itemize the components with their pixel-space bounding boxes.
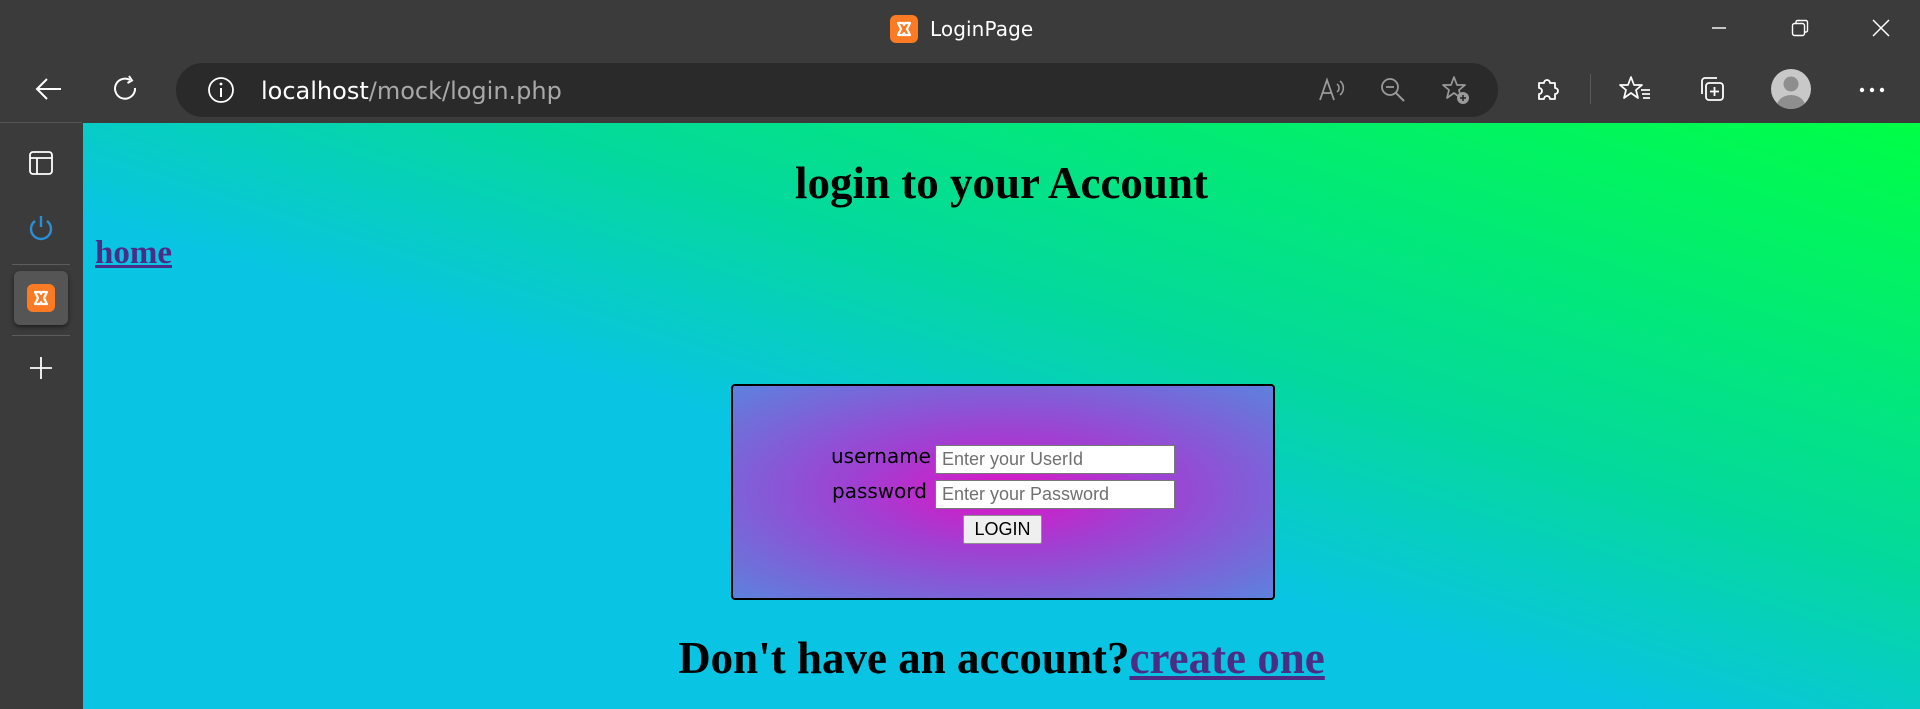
password-label: password [832,479,927,503]
refresh-button[interactable] [103,68,149,114]
url-path: /mock/login.php [368,77,562,105]
favorites-list-icon [1619,74,1651,109]
ellipsis-icon [1858,82,1886,100]
login-form: username password LOGIN [731,384,1275,600]
home-link[interactable]: home [95,235,172,272]
power-icon [26,213,56,248]
plus-icon [27,354,55,387]
more-options-button[interactable] [1849,68,1895,114]
star-plus-icon[interactable] [1438,72,1474,108]
refresh-icon [111,74,141,109]
zoom-out-icon[interactable] [1375,72,1411,108]
back-button[interactable] [26,68,72,114]
power-app-tab[interactable] [14,203,68,257]
login-button[interactable]: LOGIN [963,515,1042,544]
close-window-button[interactable] [1861,10,1901,46]
active-tab-loginpage[interactable] [14,271,68,325]
create-account-link[interactable]: create one [1129,633,1324,683]
vertical-tabs-sidebar [0,122,82,709]
signup-prompt-text: Don't have an account? [678,633,1130,683]
arrow-left-icon [34,74,64,109]
tab-actions-button[interactable] [14,138,68,192]
signup-prompt-line: Don't have an account?create one [83,632,1920,684]
collections-icon [1697,74,1727,109]
favorites-button[interactable] [1612,68,1658,114]
username-input[interactable] [935,445,1175,474]
browser-toolbar: localhost/mock/login.php [0,58,1920,122]
sidebar-divider [12,264,70,265]
tab-actions-icon [27,149,55,182]
password-input[interactable] [935,480,1175,509]
new-tab-button[interactable] [14,343,68,397]
username-label: username [831,444,931,468]
minimize-button[interactable] [1699,10,1739,46]
url-host: localhost [261,77,369,105]
window-title-group: LoginPage [890,15,1033,43]
title-bar: LoginPage [0,0,1920,58]
xampp-logo-icon [890,15,918,43]
profile-button[interactable] [1768,68,1814,114]
collections-button[interactable] [1689,68,1735,114]
restore-button[interactable] [1780,10,1820,46]
page-title: login to your Account [795,158,1208,208]
url-text[interactable]: localhost/mock/login.php [261,77,562,105]
xampp-logo-icon [27,284,55,312]
user-avatar-icon [1770,68,1812,115]
info-circle-icon[interactable] [203,72,239,108]
extensions-button[interactable] [1525,68,1571,114]
window-title: LoginPage [930,17,1034,41]
toolbar-divider [1590,74,1591,104]
address-bar[interactable]: localhost/mock/login.php [176,63,1498,117]
sidebar-divider [12,335,70,336]
page-viewport: login to your Account home username pass… [83,123,1920,709]
puzzle-icon [1533,74,1563,109]
read-aloud-icon[interactable] [1313,72,1349,108]
